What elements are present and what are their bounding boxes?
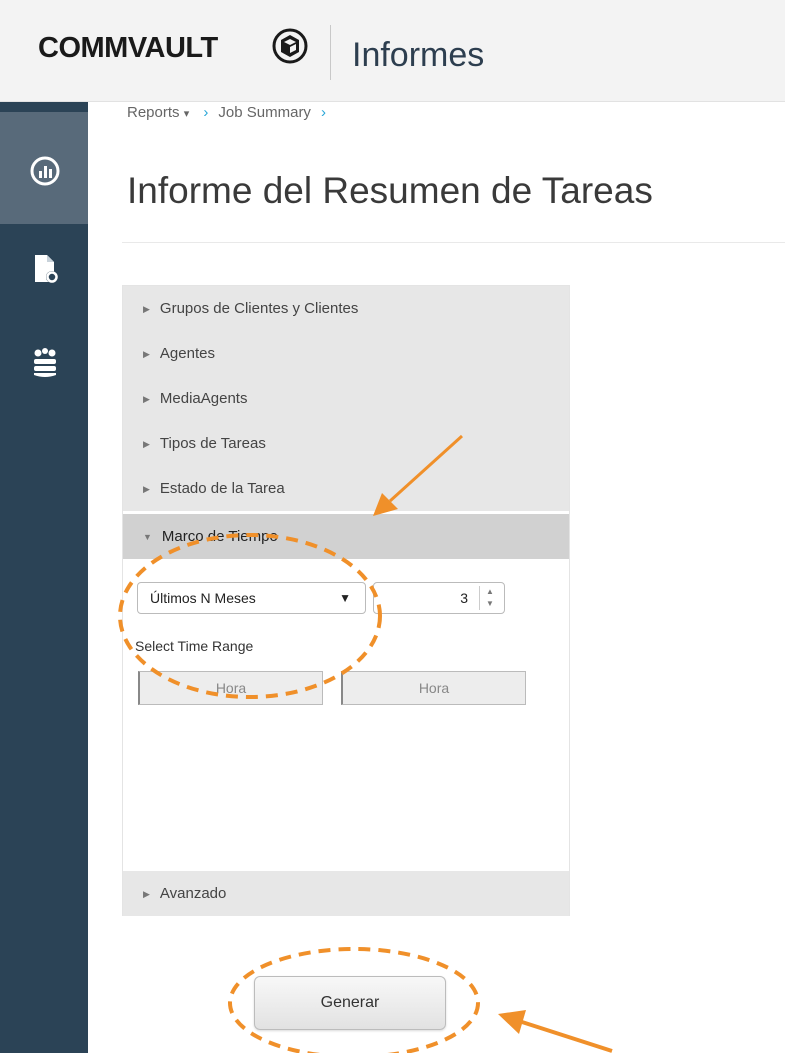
caret-right-icon: ▶ [143,394,150,404]
caret-right-icon: ▶ [143,889,150,899]
month-count-stepper[interactable]: 3 ▲ ▼ [373,582,505,614]
generate-button[interactable]: Generar [254,976,446,1030]
section-timeframe[interactable]: ▼ Marco de Tiempo [123,514,569,559]
stepper-arrows-icon[interactable]: ▲ ▼ [479,586,500,610]
section-label: Tipos de Tareas [159,435,266,452]
reports-icon[interactable] [28,154,62,188]
page-title: Informe del Resumen de Tareas [127,170,653,211]
month-count-value: 3 [460,590,468,606]
section-label: MediaAgents [159,390,248,407]
caret-down-icon: ▼ [143,532,152,542]
time-range-label: Select Time Range [135,638,254,654]
left-sidebar [0,102,88,1053]
commvault-logo: COMMVAULT [38,32,218,64]
caret-right-icon: ▶ [143,304,150,314]
section-job-types[interactable]: ▶ Tipos de Tareas [123,421,569,466]
caret-down-icon[interactable]: ▾ [184,108,190,120]
breadcrumb-job-summary[interactable]: Job Summary [218,104,311,121]
caret-right-icon: ▶ [143,439,150,449]
timeframe-select-value: Últimos N Meses [150,590,256,606]
title-divider [122,242,785,243]
caret-right-icon: ▶ [143,484,150,494]
header-divider [330,25,331,80]
section-label: Grupos de Clientes y Clientes [159,300,359,317]
chevron-right-icon: › [320,104,326,121]
timeframe-select[interactable]: Últimos N Meses ▼ [137,582,366,614]
top-header: COMMVAULT Informes [0,0,785,102]
chevron-right-icon: › [203,104,209,121]
dropdown-arrow-icon: ▼ [339,591,351,605]
app-title: Informes [352,36,485,74]
section-label: Marco de Tiempo [161,528,278,545]
section-mediaagents[interactable]: ▶ MediaAgents [123,376,569,421]
end-time-button[interactable]: Hora [341,671,526,705]
section-job-status[interactable]: ▶ Estado de la Tarea [123,466,569,511]
filter-panel: ▶ Grupos de Clientes y Clientes ▶ Agentes … [122,285,570,916]
start-time-button[interactable]: Hora [138,671,323,705]
section-label: Agentes [159,345,215,362]
commvault-logo-mark-icon [272,28,308,64]
team-stack-icon[interactable] [28,345,62,379]
section-agents[interactable]: ▶ Agentes [123,331,569,376]
section-advanced[interactable]: ▶ Avanzado [123,871,569,916]
arrow-head-icon [498,1010,526,1034]
section-label: Estado de la Tarea [159,480,285,497]
section-client-groups[interactable]: ▶ Grupos de Clientes y Clientes [123,286,569,331]
annotation-arrow-generate [521,1020,613,1053]
breadcrumb-reports[interactable]: Reports [127,104,180,121]
section-label: Avanzado [159,885,227,902]
breadcrumb: Reports ▾ › Job Summary › [127,104,336,121]
caret-right-icon: ▶ [143,349,150,359]
document-settings-icon[interactable] [28,252,62,286]
